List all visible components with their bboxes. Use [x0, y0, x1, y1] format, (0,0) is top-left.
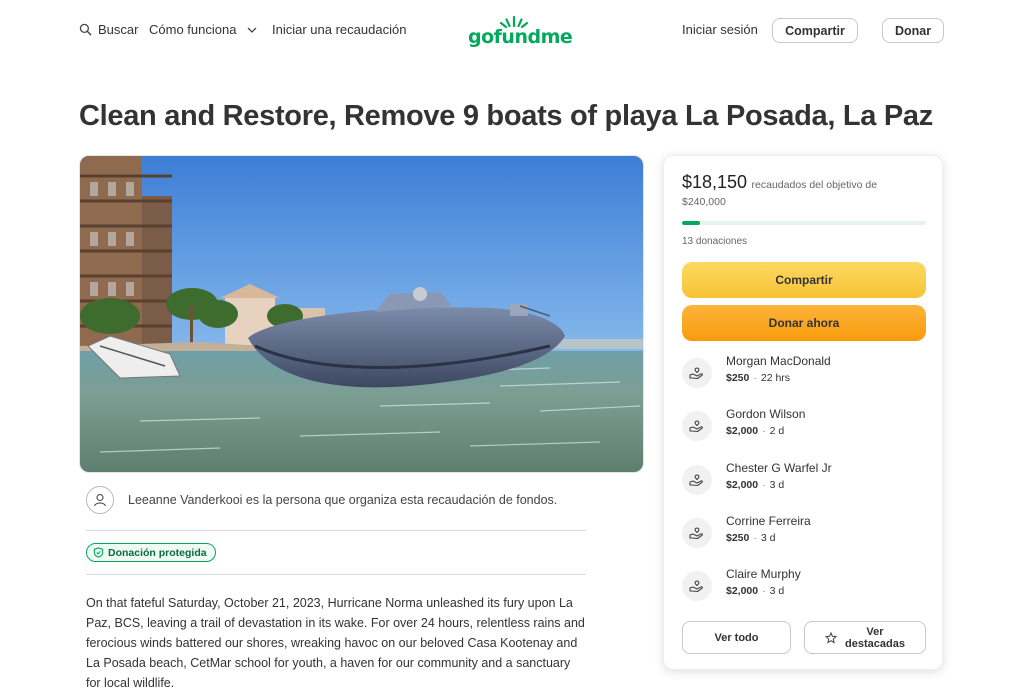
page-title: Clean and Restore, Remove 9 boats of pla…: [79, 100, 933, 132]
header-donate-button[interactable]: Donar: [882, 18, 944, 43]
star-icon: [825, 631, 838, 644]
donor-name: Corrine Ferreira: [726, 513, 811, 528]
header-share-button[interactable]: Compartir: [772, 18, 858, 43]
donor-time: 2 d: [769, 425, 785, 438]
donor-meta: $2,000 · 3 d: [726, 478, 785, 491]
header-share-label: Compartir: [785, 23, 845, 38]
donor-amount: $2,000: [726, 425, 759, 438]
donor-icon: [682, 517, 712, 548]
search-icon: [79, 23, 92, 36]
donor-time: 3 d: [769, 585, 785, 598]
donation-hand-icon: [689, 527, 703, 539]
divider: [86, 574, 586, 575]
donate-now-label: Donar ahora: [768, 316, 840, 330]
donor-name: Chester G Warfel Jr: [726, 460, 832, 475]
shield-icon: [93, 547, 104, 558]
login-label: Iniciar sesión: [682, 22, 758, 37]
divider: [86, 530, 586, 531]
goal-amount: $240,000: [682, 196, 726, 208]
see-all-button[interactable]: Ver todo: [682, 621, 791, 654]
gofundme-logo[interactable]: gofundme: [468, 14, 573, 48]
donor-row: Gordon Wilson $2,000 · 2 d: [682, 405, 926, 449]
login-link[interactable]: Iniciar sesión: [682, 22, 758, 37]
start-fundraiser-link[interactable]: Iniciar una recaudación: [272, 22, 406, 37]
search-label: Buscar: [98, 22, 139, 37]
donor-name: Gordon Wilson: [726, 407, 806, 422]
see-top-label-line1: Ver: [866, 625, 884, 638]
organizer-row: Leeanne Vanderkooi es la persona que org…: [86, 486, 557, 514]
donor-row: Claire Murphy $2,000 · 3 d: [682, 565, 926, 609]
how-it-works-menu[interactable]: Cómo funciona: [149, 22, 258, 37]
raised-amount: $18,150: [682, 172, 748, 192]
protected-donation-badge[interactable]: Donación protegida: [86, 543, 216, 562]
donor-name: Claire Murphy: [726, 567, 801, 582]
raised-of-label: recaudados del objetivo de: [751, 179, 878, 191]
donor-meta: $2,000 · 2 d: [726, 425, 785, 438]
donations-count: 13 donaciones: [682, 236, 748, 247]
chevron-down-icon: [247, 27, 257, 33]
header-donate-label: Donar: [894, 23, 932, 38]
donor-amount: $2,000: [726, 478, 759, 491]
see-all-label: Ver todo: [714, 631, 759, 644]
boat-beach-photo: [80, 156, 643, 472]
donor-amount: $2,000: [726, 585, 759, 598]
protected-label: Donación protegida: [108, 546, 207, 559]
share-button[interactable]: Compartir: [682, 262, 926, 298]
donation-hand-icon: [689, 420, 703, 433]
share-button-label: Compartir: [775, 273, 833, 287]
see-top-button[interactable]: Ver destacadas: [804, 621, 926, 654]
see-top-label-line2: destacadas: [845, 637, 905, 650]
logo-text: gofundme: [468, 26, 573, 48]
donation-hand-icon: [689, 580, 703, 593]
raised-summary: $18,150 recaudados del objetivo de $240,…: [682, 172, 932, 211]
organizer-text: Leeanne Vanderkooi es la persona que org…: [128, 493, 558, 507]
start-fundraiser-label: Iniciar una recaudación: [272, 22, 407, 37]
progress-fill: [682, 221, 701, 225]
campaign-story: On that fateful Saturday, October 21, 20…: [86, 596, 585, 690]
search-link[interactable]: Buscar: [79, 22, 138, 37]
donation-hand-icon: [689, 367, 703, 380]
donor-row: Morgan MacDonald $250 · 22 hrs: [682, 352, 926, 396]
donor-row: Chester G Warfel Jr $2,000 · 3 d: [682, 459, 926, 503]
donor-meta: $250 · 22 hrs: [726, 372, 791, 384]
campaign-image[interactable]: [79, 155, 644, 473]
donation-card: $18,150 recaudados del objetivo de $240,…: [663, 155, 943, 670]
donor-meta: $250 · 3 d: [726, 531, 776, 544]
donation-hand-icon: [689, 474, 703, 486]
donate-now-button[interactable]: Donar ahora: [682, 305, 926, 341]
donor-amount: $250: [726, 531, 750, 544]
donor-icon: [682, 571, 712, 602]
donor-amount: $250: [726, 372, 750, 384]
donor-icon: [682, 411, 712, 442]
donor-meta: $2,000 · 3 d: [726, 585, 785, 598]
donor-time: 3 d: [760, 531, 776, 544]
donor-icon: [682, 358, 712, 388]
donor-time: 3 d: [769, 478, 785, 491]
donor-time: 22 hrs: [760, 372, 791, 384]
progress-bar: [682, 221, 926, 225]
donor-icon: [682, 464, 712, 495]
donor-row: Corrine Ferreira $250 · 3 d: [682, 512, 926, 556]
organizer-avatar[interactable]: [86, 486, 114, 514]
how-it-works-label: Cómo funciona: [149, 22, 237, 37]
top-navigation: Buscar Cómo funciona Iniciar una recauda…: [0, 0, 1024, 62]
user-icon: [93, 493, 107, 507]
donor-name: Morgan MacDonald: [726, 354, 831, 368]
